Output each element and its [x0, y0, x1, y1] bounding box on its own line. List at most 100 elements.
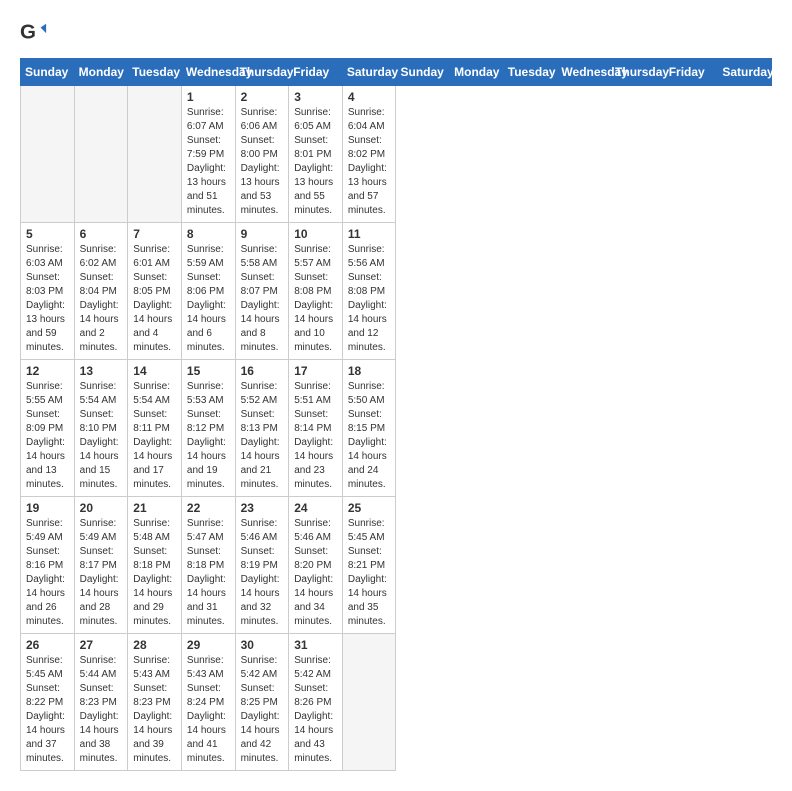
- calendar-cell: 5 Sunrise: 6:03 AMSunset: 8:03 PMDaylight…: [21, 223, 75, 360]
- calendar-cell: [342, 634, 396, 771]
- day-info: Sunrise: 6:06 AMSunset: 8:00 PMDaylight:…: [241, 106, 284, 218]
- page-header: G: [20, 20, 772, 48]
- weekday-header-friday: Friday: [664, 59, 718, 86]
- weekday-header: Monday: [74, 59, 128, 86]
- day-number: 28: [133, 638, 176, 652]
- header-row: SundayMondayTuesdayWednesdayThursdayFrid…: [21, 59, 772, 86]
- day-number: 26: [26, 638, 69, 652]
- calendar-cell: 3Sunrise: 6:05 AMSunset: 8:01 PMDaylight…: [289, 86, 343, 223]
- day-number: 4: [348, 90, 391, 104]
- calendar-cell: 16Sunrise: 5:52 AMSunset: 8:13 PMDayligh…: [235, 360, 289, 497]
- weekday-header: Sunday: [21, 59, 75, 86]
- weekday-header: Saturday: [342, 59, 396, 86]
- calendar-table: SundayMondayTuesdayWednesdayThursdayFrid…: [20, 58, 772, 771]
- day-info: Sunrise: 5:42 AMSunset: 8:26 PMDaylight:…: [294, 654, 337, 766]
- day-info: Sunrise: 6:07 AMSunset: 7:59 PMDaylight:…: [187, 106, 230, 218]
- calendar-cell: 12 Sunrise: 5:55 AMSunset: 8:09 PMDayligh…: [21, 360, 75, 497]
- day-number: 7: [133, 227, 176, 241]
- day-info: Sunrise: 5:43 AMSunset: 8:24 PMDaylight:…: [187, 654, 230, 766]
- day-number: 30: [241, 638, 284, 652]
- day-number: 15: [187, 364, 230, 378]
- day-info: Sunrise: 5:55 AMSunset: 8:09 PMDaylight:…: [26, 380, 69, 492]
- calendar-cell: 8 Sunrise: 5:59 AMSunset: 8:06 PMDaylight…: [181, 223, 235, 360]
- day-number: 29: [187, 638, 230, 652]
- day-info: Sunrise: 5:45 AMSunset: 8:21 PMDaylight:…: [348, 517, 391, 629]
- day-number: 12: [26, 364, 69, 378]
- day-number: 13: [80, 364, 123, 378]
- calendar-cell: 7 Sunrise: 6:01 AMSunset: 8:05 PMDaylight…: [128, 223, 182, 360]
- calendar-cell: 4 Sunrise: 6:04 AMSunset: 8:02 PMDaylight…: [342, 86, 396, 223]
- weekday-header-tuesday: Tuesday: [503, 59, 557, 86]
- calendar-cell: 30Sunrise: 5:42 AMSunset: 8:25 PMDayligh…: [235, 634, 289, 771]
- weekday-header-monday: Monday: [450, 59, 504, 86]
- day-number: 6: [80, 227, 123, 241]
- calendar-cell: 20 Sunrise: 5:49 AMSunset: 8:17 PMDayligh…: [74, 497, 128, 634]
- calendar-week-row: 1Sunrise: 6:07 AMSunset: 7:59 PMDaylight…: [21, 86, 772, 223]
- day-number: 20: [80, 501, 123, 515]
- weekday-header-wednesday: Wednesday: [557, 59, 611, 86]
- day-number: 27: [80, 638, 123, 652]
- day-info: Sunrise: 5:47 AMSunset: 8:18 PMDaylight:…: [187, 517, 230, 629]
- calendar-cell: 25 Sunrise: 5:45 AMSunset: 8:21 PMDayligh…: [342, 497, 396, 634]
- svg-text:G: G: [20, 21, 36, 44]
- logo-icon: G: [20, 20, 48, 48]
- day-info: Sunrise: 5:57 AMSunset: 8:08 PMDaylight:…: [294, 243, 337, 355]
- day-info: Sunrise: 5:54 AMSunset: 8:11 PMDaylight:…: [133, 380, 176, 492]
- calendar-week-row: 19Sunrise: 5:49 AMSunset: 8:16 PMDayligh…: [21, 497, 772, 634]
- day-number: 18: [348, 364, 391, 378]
- calendar-cell: 6 Sunrise: 6:02 AMSunset: 8:04 PMDaylight…: [74, 223, 128, 360]
- day-number: 22: [187, 501, 230, 515]
- weekday-header-sunday: Sunday: [396, 59, 450, 86]
- calendar-cell: 17 Sunrise: 5:51 AMSunset: 8:14 PMDayligh…: [289, 360, 343, 497]
- day-number: 31: [294, 638, 337, 652]
- day-number: 24: [294, 501, 337, 515]
- day-info: Sunrise: 6:02 AMSunset: 8:04 PMDaylight:…: [80, 243, 123, 355]
- day-number: 17: [294, 364, 337, 378]
- day-info: Sunrise: 5:58 AMSunset: 8:07 PMDaylight:…: [241, 243, 284, 355]
- day-number: 8: [187, 227, 230, 241]
- day-info: Sunrise: 5:45 AMSunset: 8:22 PMDaylight:…: [26, 654, 69, 766]
- day-info: Sunrise: 5:48 AMSunset: 8:18 PMDaylight:…: [133, 517, 176, 629]
- day-number: 3: [294, 90, 337, 104]
- day-info: Sunrise: 5:51 AMSunset: 8:14 PMDaylight:…: [294, 380, 337, 492]
- day-info: Sunrise: 5:43 AMSunset: 8:23 PMDaylight:…: [133, 654, 176, 766]
- calendar-cell: 11Sunrise: 5:56 AMSunset: 8:08 PMDayligh…: [342, 223, 396, 360]
- calendar-cell: 29 Sunrise: 5:43 AMSunset: 8:24 PMDayligh…: [181, 634, 235, 771]
- day-info: Sunrise: 5:59 AMSunset: 8:06 PMDaylight:…: [187, 243, 230, 355]
- calendar-cell: 28 Sunrise: 5:43 AMSunset: 8:23 PMDayligh…: [128, 634, 182, 771]
- weekday-header-saturday: Saturday: [718, 59, 772, 86]
- calendar-cell: 26 Sunrise: 5:45 AMSunset: 8:22 PMDayligh…: [21, 634, 75, 771]
- day-number: 14: [133, 364, 176, 378]
- calendar-cell: [21, 86, 75, 223]
- weekday-header: Thursday: [235, 59, 289, 86]
- day-number: 23: [241, 501, 284, 515]
- day-number: 5: [26, 227, 69, 241]
- calendar-week-row: 26 Sunrise: 5:45 AMSunset: 8:22 PMDayligh…: [21, 634, 772, 771]
- day-info: Sunrise: 5:49 AMSunset: 8:17 PMDaylight:…: [80, 517, 123, 629]
- calendar-cell: 14 Sunrise: 5:54 AMSunset: 8:11 PMDayligh…: [128, 360, 182, 497]
- weekday-header-thursday: Thursday: [611, 59, 665, 86]
- calendar-cell: 24Sunrise: 5:46 AMSunset: 8:20 PMDayligh…: [289, 497, 343, 634]
- day-info: Sunrise: 6:01 AMSunset: 8:05 PMDaylight:…: [133, 243, 176, 355]
- calendar-cell: 19Sunrise: 5:49 AMSunset: 8:16 PMDayligh…: [21, 497, 75, 634]
- calendar-cell: [74, 86, 128, 223]
- day-number: 19: [26, 501, 69, 515]
- calendar-cell: 15 Sunrise: 5:53 AMSunset: 8:12 PMDayligh…: [181, 360, 235, 497]
- calendar-cell: [128, 86, 182, 223]
- calendar-week-row: 12 Sunrise: 5:55 AMSunset: 8:09 PMDayligh…: [21, 360, 772, 497]
- day-info: Sunrise: 6:03 AMSunset: 8:03 PMDaylight:…: [26, 243, 69, 355]
- calendar-cell: 31 Sunrise: 5:42 AMSunset: 8:26 PMDayligh…: [289, 634, 343, 771]
- day-info: Sunrise: 5:52 AMSunset: 8:13 PMDaylight:…: [241, 380, 284, 492]
- day-number: 25: [348, 501, 391, 515]
- calendar-cell: 18 Sunrise: 5:50 AMSunset: 8:15 PMDayligh…: [342, 360, 396, 497]
- day-info: Sunrise: 5:44 AMSunset: 8:23 PMDaylight:…: [80, 654, 123, 766]
- day-number: 21: [133, 501, 176, 515]
- calendar-cell: 1Sunrise: 6:07 AMSunset: 7:59 PMDaylight…: [181, 86, 235, 223]
- day-info: Sunrise: 5:46 AMSunset: 8:19 PMDaylight:…: [241, 517, 284, 629]
- day-info: Sunrise: 6:04 AMSunset: 8:02 PMDaylight:…: [348, 106, 391, 218]
- day-info: Sunrise: 5:53 AMSunset: 8:12 PMDaylight:…: [187, 380, 230, 492]
- calendar-week-row: 5 Sunrise: 6:03 AMSunset: 8:03 PMDaylight…: [21, 223, 772, 360]
- day-info: Sunrise: 5:50 AMSunset: 8:15 PMDaylight:…: [348, 380, 391, 492]
- calendar-cell: 22 Sunrise: 5:47 AMSunset: 8:18 PMDayligh…: [181, 497, 235, 634]
- weekday-header: Tuesday: [128, 59, 182, 86]
